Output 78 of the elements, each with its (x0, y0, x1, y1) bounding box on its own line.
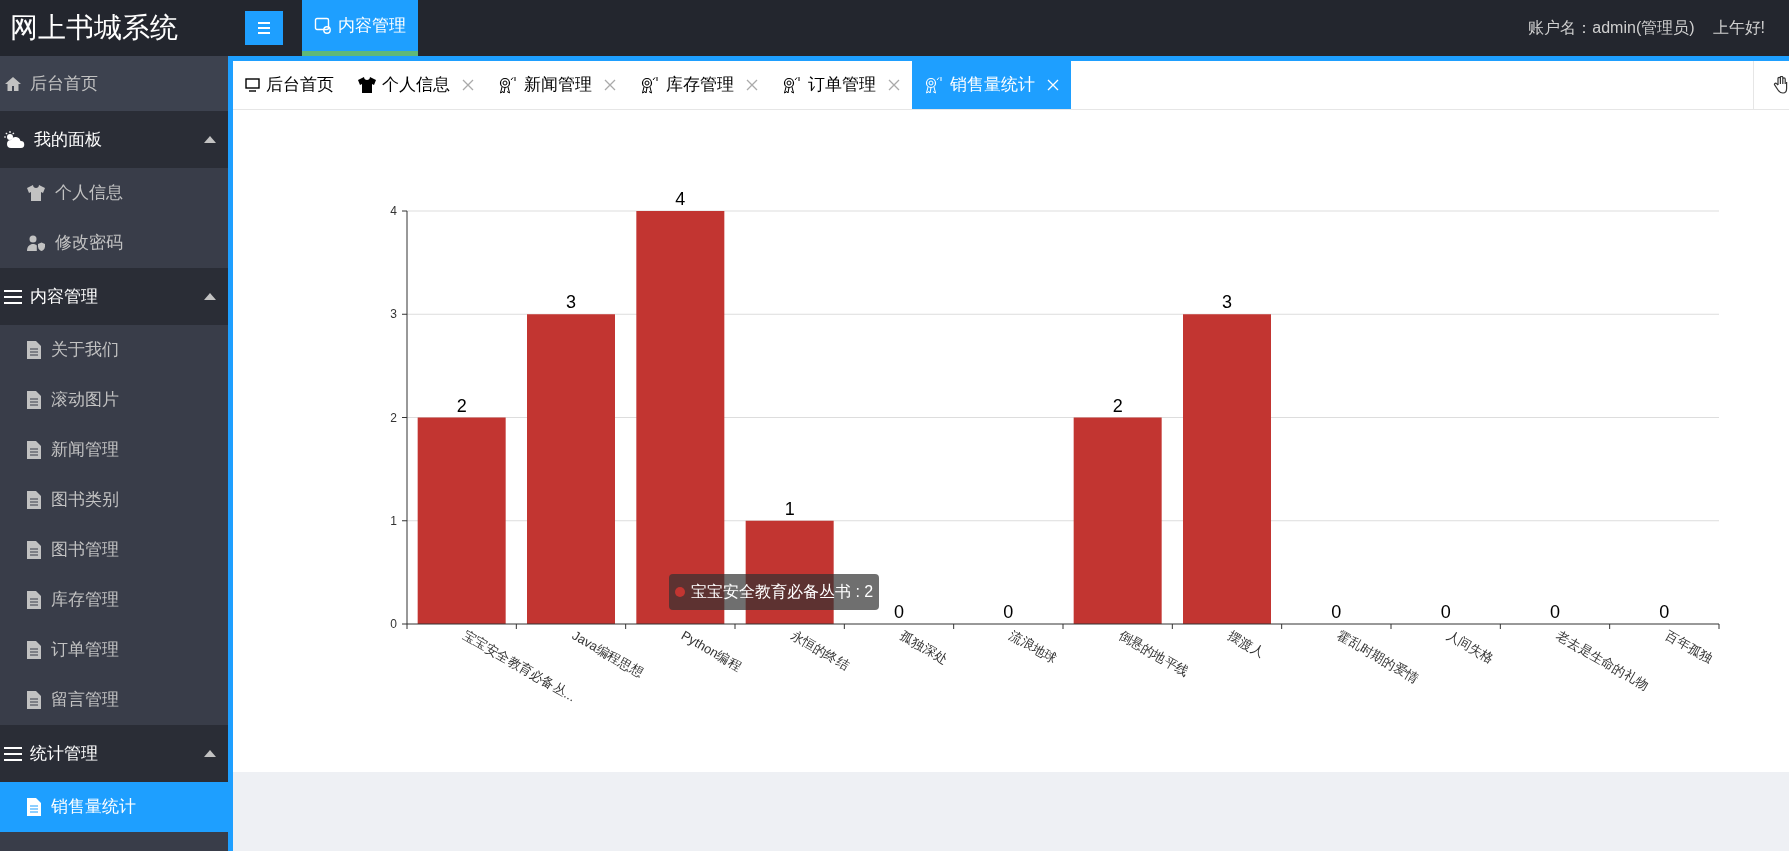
close-icon[interactable] (746, 79, 758, 91)
sidebar-item[interactable]: 新闻管理 (0, 425, 228, 475)
tab[interactable]: 个人信息 (346, 61, 486, 109)
sidebar-item[interactable]: 库存管理 (0, 575, 228, 625)
data-label: 2 (456, 395, 467, 416)
monitor-icon (245, 78, 260, 92)
sidebar-item[interactable]: 留言管理 (0, 675, 228, 725)
sidebar-item[interactable]: 关于我们 (0, 325, 228, 375)
sidebar-group[interactable]: 内容管理 (0, 268, 228, 325)
axis-tick-label: 4 (390, 204, 397, 218)
sidebar-item[interactable]: 订单管理 (0, 625, 228, 675)
data-label: 0 (1003, 602, 1014, 622)
sidebar-group[interactable]: 我的面板 (0, 111, 228, 168)
axis-category-label: 人间失格 (1444, 627, 1497, 667)
caret-up-icon (204, 293, 216, 300)
data-label: 0 (1550, 602, 1560, 622)
sidebar-item[interactable]: 图书管理 (0, 525, 228, 575)
document-icon (27, 491, 41, 509)
tab[interactable]: 后台首页 (233, 61, 346, 109)
tab[interactable]: 订单管理 (770, 61, 912, 109)
sidebar-item[interactable]: 修改密码 (0, 218, 228, 268)
account-label: 账户名：admin(管理员) (1528, 18, 1695, 38)
shirt-icon (27, 185, 45, 201)
cloud-sun-icon (4, 130, 26, 149)
axis-tick-label: 1 (390, 513, 397, 528)
axis-tick-label: 3 (390, 307, 397, 322)
menu-icon (257, 22, 271, 34)
close-icon[interactable] (604, 79, 616, 91)
data-label: 3 (566, 292, 576, 313)
axis-category-label: 老去是生命的礼物 (1553, 627, 1652, 693)
data-label: 0 (1659, 602, 1670, 622)
document-icon (27, 641, 41, 659)
document-icon (27, 591, 41, 609)
data-label: 0 (894, 602, 904, 622)
axis-category-label: 流浪地球 (1006, 627, 1060, 667)
axis-category-label: 摆渡人 (1225, 627, 1267, 661)
close-icon[interactable] (888, 79, 900, 91)
sidebar-group[interactable]: 统计管理 (0, 725, 228, 782)
caret-up-icon (204, 750, 216, 757)
menu-icon (4, 289, 22, 304)
sidebar-item[interactable]: 个人信息 (0, 168, 228, 218)
axis-category-label: 百年孤独 (1662, 627, 1716, 667)
axis-category-label: 霍乱时期的爱情 (1334, 627, 1422, 687)
data-label: 1 (784, 498, 795, 519)
data-label: 2 (1112, 395, 1123, 416)
data-label: 0 (1331, 602, 1342, 622)
app-title: 网上书城系统 (10, 12, 178, 43)
axis-category-label: 永恒的终结 (788, 627, 852, 674)
sidebar-item[interactable]: 后台首页 (0, 56, 228, 111)
greeting: 上午好! (1712, 18, 1765, 38)
tooltip-text: 宝宝安全教育必备丛书 : 2 (691, 582, 874, 602)
shirt-icon (358, 77, 376, 93)
hand-icon (1773, 76, 1789, 94)
menu-icon (4, 746, 22, 761)
sidebar-item[interactable]: 图书类别 (0, 475, 228, 525)
document-icon (27, 691, 41, 709)
axis-category-label: Java编程思想 (569, 627, 646, 681)
document-icon (27, 441, 41, 459)
document-icon (27, 391, 41, 409)
tab[interactable]: 库存管理 (628, 61, 770, 109)
tab-tools-button[interactable] (1753, 61, 1789, 109)
document-icon (27, 798, 41, 816)
data-label: 3 (1222, 292, 1232, 313)
document-icon (27, 341, 41, 359)
document-icon (27, 541, 41, 559)
axis-category-label: 倒悬的地平线 (1116, 627, 1192, 680)
sidebar-item[interactable]: 滚动图片 (0, 375, 228, 425)
menu-button[interactable] (245, 11, 283, 45)
axis-tick-label: 2 (390, 410, 397, 425)
axis-category-label: 孤独深处 (897, 627, 951, 667)
close-icon[interactable] (462, 79, 474, 91)
data-label: 0 (1440, 602, 1451, 622)
user-shield-icon (27, 235, 45, 251)
home-icon (4, 75, 22, 92)
axis-tick-label: 0 (390, 617, 397, 631)
tab[interactable]: 新闻管理 (486, 61, 628, 109)
caret-up-icon (204, 136, 216, 143)
data-label: 4 (675, 189, 686, 209)
